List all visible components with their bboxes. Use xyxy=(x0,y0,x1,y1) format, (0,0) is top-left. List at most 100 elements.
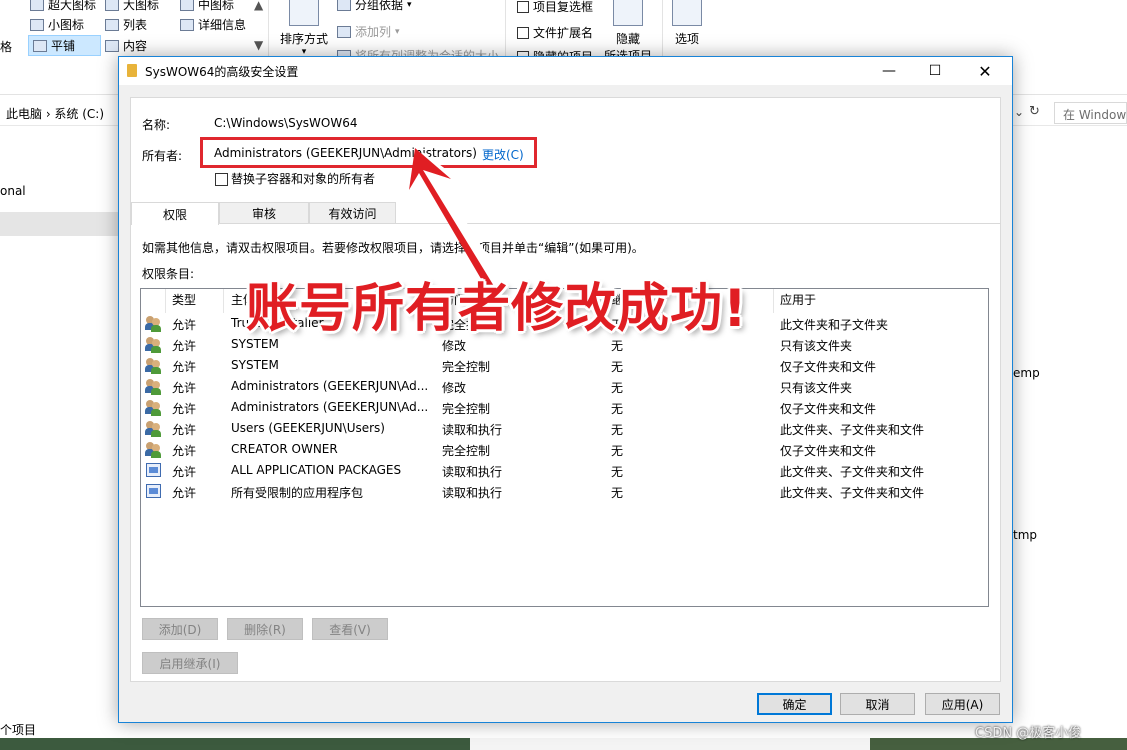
layout-scroll-up[interactable]: ▲ xyxy=(254,0,263,12)
cell-applies-to: 仅子文件夹和文件 xyxy=(780,402,877,416)
breadcrumb[interactable]: 此电脑 › 系统 (C:) xyxy=(6,105,104,122)
options-icon xyxy=(672,0,702,26)
extra-large-icons-icon xyxy=(30,0,44,11)
owner-highlight-box xyxy=(200,137,537,168)
cell-principal: ALL APPLICATION PACKAGES xyxy=(231,463,402,477)
layout-tiles[interactable]: 平铺 xyxy=(28,35,101,56)
table-row[interactable]: 允许 Users (GEEKERJUN\Users) 读取和执行 无 此文件夹、子文件夹… xyxy=(141,418,988,439)
details-view-icon xyxy=(180,18,194,31)
users-icon xyxy=(145,357,162,374)
maximize-icon: ☐ xyxy=(928,63,942,79)
refresh-icon[interactable]: ↻ xyxy=(1029,104,1040,119)
cell-principal: Administrators (GEEKERJUN\Ad... xyxy=(231,379,429,393)
column-header-applies-to[interactable]: 应用于 xyxy=(780,289,816,313)
maximize-button[interactable]: ☐ xyxy=(912,57,958,85)
column-header-type[interactable]: 类型 xyxy=(172,289,196,313)
annotation-text: 账号所有者修改成功! xyxy=(246,279,748,339)
cell-access: 读取和执行 xyxy=(442,486,503,500)
cell-principal: CREATOR OWNER xyxy=(231,442,338,456)
apply-button[interactable]: 应用(A) xyxy=(925,693,1000,715)
cell-applies-to: 仅子文件夹和文件 xyxy=(780,360,877,374)
list-view-icon xyxy=(105,18,119,31)
cell-applies-to: 此文件夹、子文件夹和文件 xyxy=(780,465,925,479)
cell-applies-to: 只有该文件夹 xyxy=(780,339,853,353)
hide-selected-button[interactable]: 隐藏所选项目 xyxy=(604,0,652,64)
cell-type: 允许 xyxy=(172,318,197,332)
sort-icon xyxy=(289,0,319,26)
tab-auditing[interactable]: 审核 xyxy=(219,202,309,224)
medium-icons-icon xyxy=(180,0,194,11)
layout-details[interactable]: 详细信息 xyxy=(180,16,246,33)
cell-inherited-from: 无 xyxy=(611,465,624,479)
group-by-button[interactable]: 分组依据 ▾ xyxy=(337,0,412,13)
file-item-label[interactable]: tmp xyxy=(1013,528,1037,542)
add-column-icon xyxy=(337,25,351,38)
enable-inheritance-button[interactable]: 启用继承(I) xyxy=(142,652,238,674)
cell-inherited-from: 无 xyxy=(611,444,624,458)
file-item-label[interactable]: emp xyxy=(1013,366,1040,380)
entries-label: 权限条目: xyxy=(142,267,195,281)
status-item-count: 个项目 xyxy=(0,723,37,737)
cell-access: 修改 xyxy=(442,381,467,395)
table-row[interactable]: 允许 SYSTEM 完全控制 无 仅子文件夹和文件 xyxy=(141,355,988,376)
cancel-button[interactable]: 取消 xyxy=(840,693,915,715)
nav-pane-selection[interactable] xyxy=(0,212,118,236)
cell-principal: Administrators (GEEKERJUN\Ad... xyxy=(231,400,429,414)
replace-owner-checkbox[interactable] xyxy=(215,173,228,186)
cell-type: 允许 xyxy=(172,339,197,353)
view-button[interactable]: 查看(V) xyxy=(312,618,388,640)
options-button[interactable]: 选项 xyxy=(672,0,702,47)
minimize-button[interactable]: — xyxy=(866,57,912,85)
checkbox[interactable] xyxy=(517,26,529,39)
checkbox[interactable] xyxy=(517,0,529,13)
tiles-view-icon xyxy=(33,39,47,52)
cell-type: 允许 xyxy=(172,402,197,416)
small-icons-icon xyxy=(30,18,44,31)
table-row[interactable]: 允许 CREATOR OWNER 完全控制 无 仅子文件夹和文件 xyxy=(141,439,988,460)
cell-applies-to: 只有该文件夹 xyxy=(780,381,853,395)
remove-button[interactable]: 删除(R) xyxy=(227,618,303,640)
cell-applies-to: 仅子文件夹和文件 xyxy=(780,444,877,458)
users-icon xyxy=(145,315,162,332)
tab-divider xyxy=(219,223,1001,224)
sort-by-button[interactable]: 排序方式 ▾ xyxy=(280,0,328,57)
cell-inherited-from: 无 xyxy=(611,360,624,374)
layout-medium[interactable]: 中图标 xyxy=(180,0,234,13)
table-row[interactable]: 允许 ALL APPLICATION PACKAGES 读取和执行 无 此文件夹、子文件… xyxy=(141,460,988,481)
cell-access: 完全控制 xyxy=(442,402,491,416)
info-text: 如需其他信息，请双击权限项目。若要修改权限项目，请选择该项目并单击“编辑”(如果… xyxy=(142,241,644,255)
replace-owner-label[interactable]: 替换子容器和对象的所有者 xyxy=(231,170,375,187)
layout-scroll-down[interactable]: ▼ xyxy=(254,38,263,52)
tab-permissions[interactable]: 权限 xyxy=(131,202,219,225)
title-bar[interactable]: SysWOW64的高级安全设置 — ☐ ✕ xyxy=(119,57,1012,85)
chevron-down-icon[interactable]: ⌄ xyxy=(1014,105,1024,119)
search-input[interactable]: 在 Windows 中搜索 xyxy=(1054,102,1127,124)
table-row[interactable]: 允许 Administrators (GEEKERJUN\Ad... 完全控制 无 仅子… xyxy=(141,397,988,418)
item-checkboxes-toggle[interactable]: 项目复选框 xyxy=(517,0,593,15)
ribbon-cut-text: 格 xyxy=(0,40,13,54)
layout-small[interactable]: 小图标 xyxy=(30,16,84,33)
cell-access: 完全控制 xyxy=(442,444,491,458)
tab-effective-access[interactable]: 有效访问 xyxy=(309,202,396,224)
users-icon xyxy=(145,336,162,353)
cell-principal: SYSTEM xyxy=(231,358,279,372)
background-strip xyxy=(0,738,1127,750)
nav-pane-item[interactable]: onal xyxy=(0,184,26,198)
layout-content[interactable]: 内容 xyxy=(105,37,147,54)
cell-inherited-from: 无 xyxy=(611,402,624,416)
close-button[interactable]: ✕ xyxy=(962,57,1008,85)
add-button[interactable]: 添加(D) xyxy=(142,618,218,640)
users-icon xyxy=(145,420,162,437)
table-row[interactable]: 允许 所有受限制的应用程序包 读取和执行 无 此文件夹、子文件夹和文件 xyxy=(141,481,988,502)
file-extensions-toggle[interactable]: 文件扩展名 xyxy=(517,24,593,41)
layout-extra-large[interactable]: 超大图标 xyxy=(30,0,96,13)
layout-list[interactable]: 列表 xyxy=(105,16,147,33)
table-row[interactable]: 允许 Administrators (GEEKERJUN\Ad... 修改 无 只有该文… xyxy=(141,376,988,397)
minimize-icon: — xyxy=(882,63,896,79)
cell-access: 读取和执行 xyxy=(442,465,503,479)
add-column-button[interactable]: 添加列 ▾ xyxy=(337,23,400,40)
cell-access: 读取和执行 xyxy=(442,423,503,437)
cell-type: 允许 xyxy=(172,465,197,479)
ok-button[interactable]: 确定 xyxy=(757,693,832,715)
layout-large[interactable]: 大图标 xyxy=(105,0,159,13)
